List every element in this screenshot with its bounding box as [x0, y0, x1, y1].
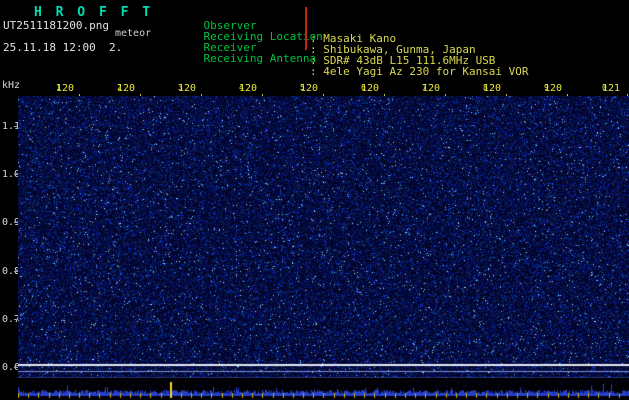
x-axis-label: 120 2	[117, 83, 135, 97]
x-axis-label-base: 121	[602, 83, 621, 94]
x-axis-label: 120 9	[544, 83, 562, 97]
x-axis-label-base: 120	[239, 83, 258, 94]
app-title: H R O F F T	[34, 5, 154, 20]
red-divider-line	[305, 7, 307, 50]
hrofft-screen: H R O F F T UT2511181200.png meteor 25.1…	[0, 0, 629, 400]
x-axis-label-base: 120	[483, 83, 502, 94]
x-axis-label: 120 6	[361, 83, 379, 97]
x-axis-label-base: 120	[361, 83, 380, 94]
x-axis-label: 120 4	[239, 83, 257, 97]
x-axis-label: 121 0	[602, 83, 620, 97]
x-axis-label-base: 120	[300, 83, 319, 94]
info-value: : 4ele Yagi Az 230 for Kansai VOR	[310, 65, 529, 78]
x-axis-label: 120 7	[422, 83, 440, 97]
observation-mode-label: meteor	[115, 28, 152, 39]
record-datetime: 25.11.18 12:00 2.	[3, 41, 123, 54]
spectrogram-canvas	[18, 96, 629, 378]
info-label: Receiving Antenna	[203, 52, 317, 65]
x-axis-label: 120 3	[178, 83, 196, 97]
x-axis-label-base: 120	[544, 83, 563, 94]
signal-level-strip-canvas	[18, 378, 629, 400]
x-axis-label-base: 120	[56, 83, 75, 94]
x-axis-label: 120 8	[483, 83, 501, 97]
output-filename: UT2511181200.png	[3, 19, 109, 32]
x-axis-label: 120 1	[56, 83, 74, 97]
x-axis-label-base: 120	[178, 83, 197, 94]
x-axis-label-base: 120	[117, 83, 136, 94]
x-axis-label-base: 120	[422, 83, 441, 94]
x-axis-label: 120 5	[300, 83, 318, 97]
y-axis-unit: kHz	[2, 80, 21, 91]
